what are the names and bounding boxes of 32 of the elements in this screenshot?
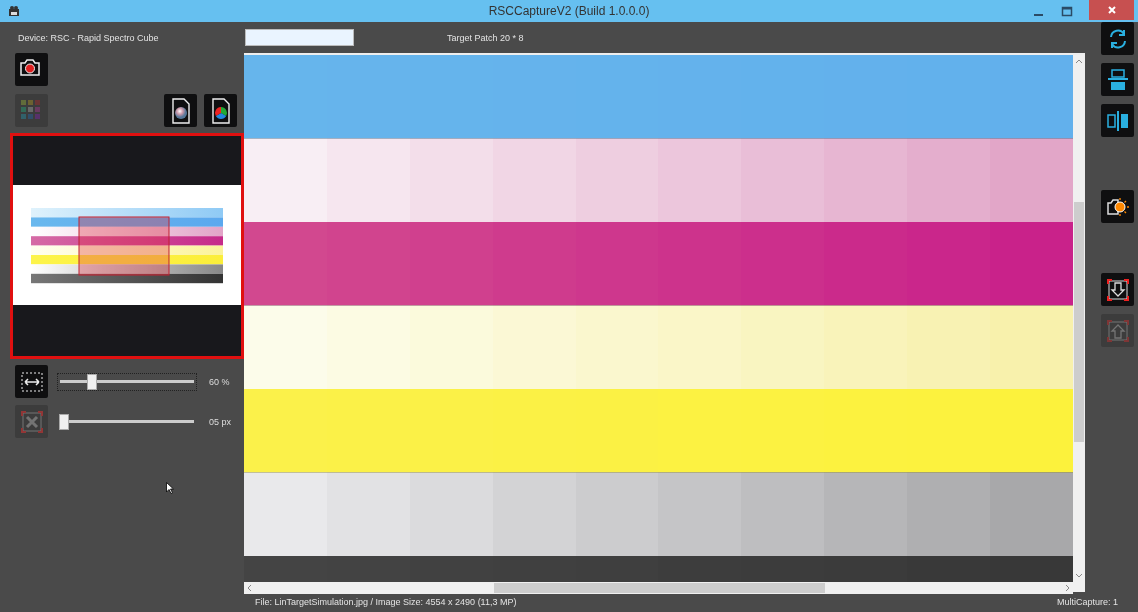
align-vertical-button[interactable] — [1101, 104, 1134, 137]
camera-sun-button[interactable] — [1101, 190, 1134, 223]
slider-thumb[interactable] — [87, 374, 98, 390]
close-icon — [1106, 5, 1117, 15]
multicapture-count: MultiCapture: 1 — [1056, 597, 1118, 607]
device-label: Device: RSC - Rapid Spectro Cube — [18, 32, 160, 45]
app-icon — [8, 5, 20, 17]
slider-value: 60 % — [209, 376, 230, 387]
file-info: File: LinTargetSimulation.jpg / Image Size: 4554 x 2490 (11,3 MP) — [255, 597, 517, 607]
chevron-right-icon[interactable] — [1065, 584, 1071, 592]
slider[interactable] — [57, 372, 197, 391]
camera-button[interactable] — [15, 53, 48, 86]
horizontal-scrollbar[interactable] — [244, 582, 1073, 594]
maximize-icon[interactable] — [1061, 5, 1073, 17]
window-title: RSCCaptureV2 (Build 1.0.0.0) — [488, 3, 650, 20]
chevron-left-icon[interactable] — [246, 584, 252, 592]
target-label: Target Patch 20 * 8 — [447, 32, 524, 43]
refresh-button[interactable] — [1101, 22, 1134, 55]
align-horizontal-button[interactable] — [1101, 63, 1134, 96]
document-sphere-button[interactable] — [164, 94, 197, 127]
document-pie-chart-button[interactable] — [204, 94, 237, 127]
slider[interactable] — [57, 412, 197, 431]
scrollbar-thumb[interactable] — [494, 583, 825, 593]
chevron-up-icon[interactable] — [1075, 58, 1083, 64]
cursor-icon — [166, 482, 174, 494]
download-frame-button[interactable] — [1101, 273, 1134, 306]
input-field[interactable] — [245, 29, 354, 46]
scrollbar-thumb[interactable] — [1074, 202, 1084, 442]
slider-value: 05 px — [209, 416, 232, 427]
chevron-down-icon[interactable] — [1075, 573, 1083, 579]
close-button[interactable] — [1089, 0, 1134, 20]
fit-width-button[interactable] — [15, 365, 48, 398]
